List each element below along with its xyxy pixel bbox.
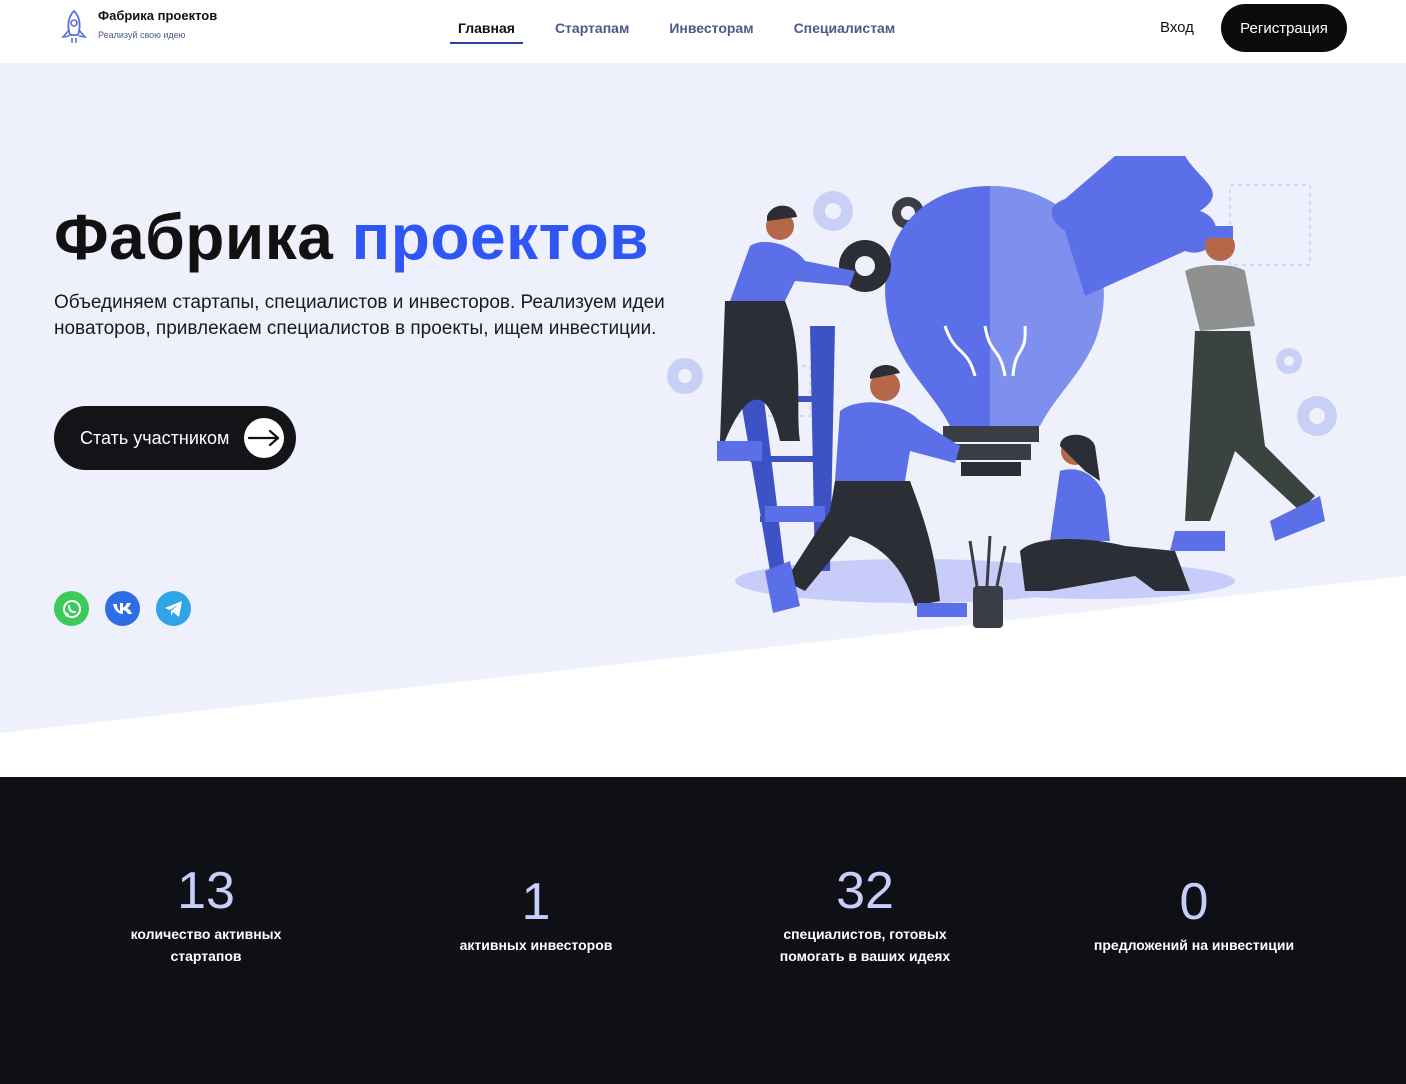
stat-label: специалистов, готовых помогать в ваших и… bbox=[779, 926, 951, 964]
stat-label: количество активных стартапов bbox=[130, 926, 282, 964]
register-button[interactable]: Регистрация bbox=[1221, 4, 1347, 52]
nav-startups[interactable]: Стартапам bbox=[555, 0, 629, 44]
stat-investors: 1 активных инвесторов bbox=[406, 872, 666, 956]
stat-startups: 13 количество активных стартапов bbox=[76, 861, 336, 967]
nav-specialists[interactable]: Специалистам bbox=[794, 0, 896, 44]
social-links bbox=[54, 591, 207, 626]
vk-icon[interactable] bbox=[105, 591, 140, 626]
join-button-label: Стать участником bbox=[80, 427, 230, 448]
rocket-icon bbox=[60, 9, 88, 43]
stat-value: 0 bbox=[1179, 873, 1209, 931]
nav-home[interactable]: Главная bbox=[450, 0, 523, 44]
logo[interactable]: Фабрика проектов Реализуй свою идею bbox=[58, 8, 217, 48]
stat-offers: 0 предложений на инвестиции bbox=[1064, 872, 1324, 956]
login-link[interactable]: Вход bbox=[1160, 19, 1194, 36]
site-header: Фабрика проектов Реализуй свою идею Глав… bbox=[0, 0, 1406, 63]
stat-specialists: 32 специалистов, готовых помогать в ваши… bbox=[735, 861, 995, 967]
stat-value: 13 bbox=[177, 862, 235, 920]
nav-investors[interactable]: Инвесторам bbox=[669, 0, 753, 44]
hero-section: Фабрика проектов Объединяем стартапы, сп… bbox=[0, 63, 1406, 777]
hero-title: Фабрика проектов bbox=[54, 201, 649, 273]
team-illustration bbox=[667, 156, 1337, 628]
stat-value: 1 bbox=[521, 873, 551, 931]
main-nav: Главная Стартапам Инвесторам Специалиста… bbox=[450, 0, 935, 63]
stats-section: 13 количество активных стартапов 1 актив… bbox=[0, 777, 1406, 1084]
join-button[interactable]: Стать участником bbox=[54, 406, 296, 470]
logo-title: Фабрика проектов bbox=[98, 8, 218, 23]
stat-label: предложений на инвестиции bbox=[1093, 937, 1295, 953]
arrow-right-icon bbox=[244, 418, 284, 458]
hero-description: Объединяем стартапы, специалистов и инве… bbox=[54, 292, 665, 339]
stat-value: 32 bbox=[836, 862, 894, 920]
stat-label: активных инвесторов bbox=[459, 937, 613, 953]
whatsapp-icon[interactable] bbox=[54, 591, 89, 626]
telegram-icon[interactable] bbox=[156, 591, 191, 626]
logo-subtitle: Реализуй свою идею bbox=[98, 30, 186, 40]
